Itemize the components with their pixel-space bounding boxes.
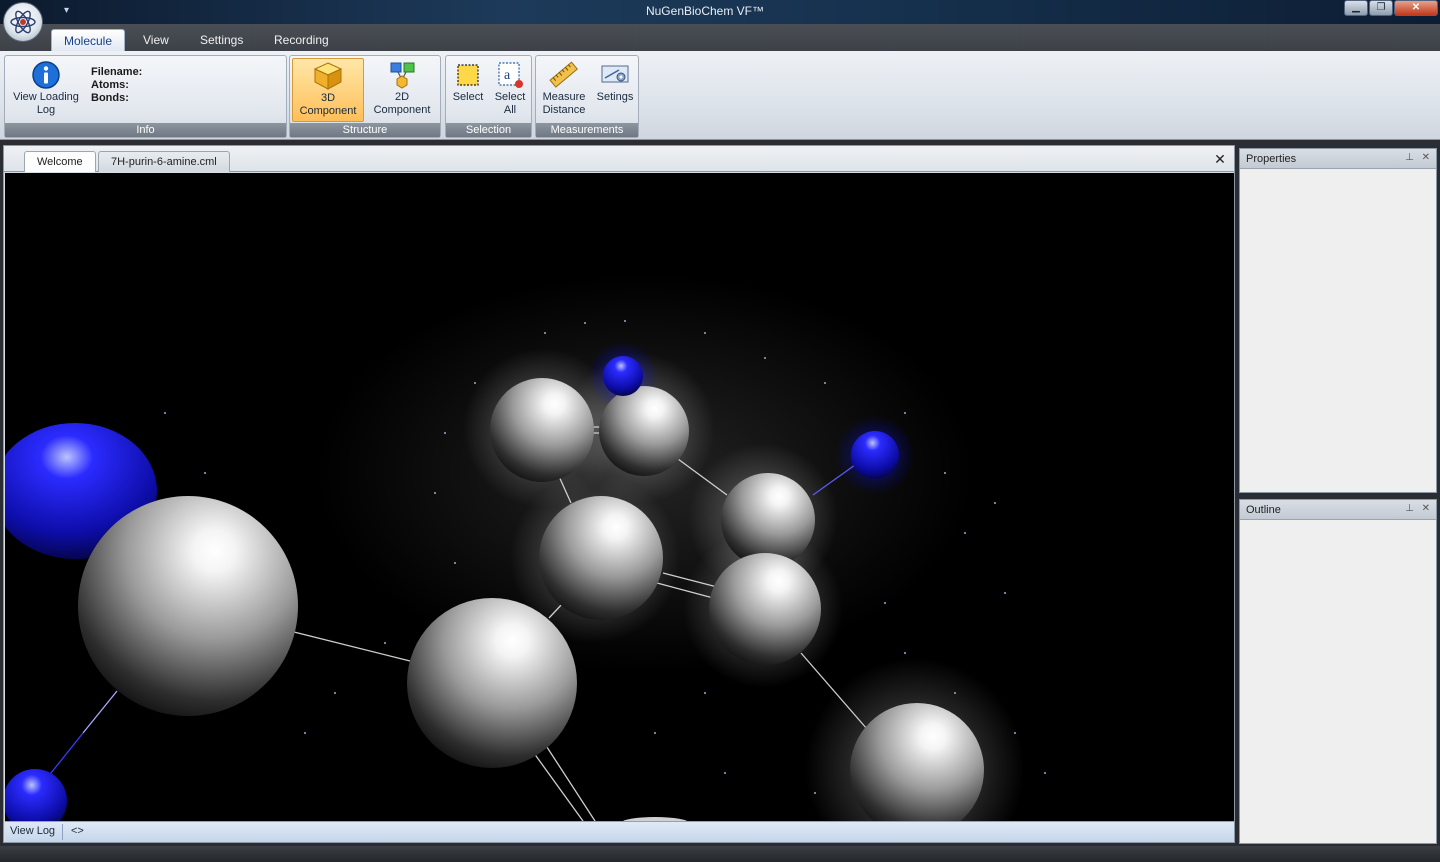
properties-panel-header: Properties ⊥ ✕ <box>1240 149 1436 169</box>
measure-settings-icon <box>601 65 629 83</box>
info-group: View Loading Log Filename: Atoms: Bonds:… <box>4 55 287 138</box>
outline-panel: Outline ⊥ ✕ <box>1239 499 1437 844</box>
close-icon[interactable]: ✕ <box>1422 152 1430 163</box>
atom-icon <box>10 10 36 34</box>
close-icon[interactable]: ✕ <box>1422 503 1430 514</box>
outline-title: Outline <box>1246 504 1281 516</box>
molecule-render <box>5 273 1046 821</box>
log-expand-toggle[interactable]: <> <box>71 825 84 837</box>
ribbon: View Loading Log Filename: Atoms: Bonds:… <box>0 51 1440 140</box>
application-menu-button[interactable] <box>3 2 43 42</box>
2d-component-button[interactable]: 2D Component <box>366 58 438 122</box>
pin-icon[interactable]: ⊥ <box>1405 503 1414 514</box>
measurement-settings-button[interactable]: Setings <box>592 58 638 122</box>
carbon-atom[interactable] <box>490 378 594 482</box>
document-tab-strip: Welcome 7H-purin-6-amine.cml ✕ <box>4 146 1234 172</box>
measurements-group: Measure Distance Setings Measurements <box>535 55 639 138</box>
select-all-label: Select All <box>494 91 526 116</box>
structure-group-label: Structure <box>290 123 440 137</box>
selection-group: Select a Select All Selection <box>445 55 532 138</box>
hierarchy-2d-icon <box>390 62 415 89</box>
status-strip <box>0 846 1440 862</box>
carbon-atom[interactable] <box>721 473 815 567</box>
carbon-atom[interactable] <box>709 553 821 665</box>
tab-molecule-file[interactable]: 7H-purin-6-amine.cml <box>98 151 230 172</box>
ruler-icon <box>549 61 579 88</box>
carbon-atom[interactable] <box>78 496 298 716</box>
tab-molecule[interactable]: Molecule <box>51 29 126 52</box>
3d-component-button[interactable]: 3D Component <box>292 58 364 122</box>
tab-recording[interactable]: Recording <box>262 29 341 52</box>
cube-3d-icon <box>313 62 343 90</box>
view-log-button[interactable]: View Log <box>10 825 55 837</box>
minimize-button[interactable]: ▁ <box>1344 0 1368 16</box>
select-all-button[interactable]: a Select All <box>490 58 530 122</box>
carbon-atom[interactable] <box>599 386 689 476</box>
tab-view[interactable]: View <box>131 29 181 52</box>
info-icon <box>32 61 60 89</box>
bonds-label: Bonds: <box>91 92 129 104</box>
carbon-atom[interactable] <box>539 496 663 620</box>
window-title: NuGenBioChem VF™ <box>645 4 765 18</box>
atoms-label: Atoms: <box>91 79 129 91</box>
selection-group-label: Selection <box>446 123 531 137</box>
2d-component-label: 2D Component <box>373 91 431 116</box>
molecule-3d-viewport[interactable] <box>5 173 1234 821</box>
document-area: Welcome 7H-purin-6-amine.cml ✕ View Log … <box>3 145 1235 843</box>
view-loading-log-button[interactable]: View Loading Log <box>7 58 85 122</box>
tab-settings[interactable]: Settings <box>188 29 255 52</box>
measure-distance-label: Measure Distance <box>542 91 586 116</box>
select-rectangle-icon <box>457 64 479 86</box>
molecule-info: Filename: Atoms: Bonds: <box>91 66 142 105</box>
outline-panel-header: Outline ⊥ ✕ <box>1240 500 1436 520</box>
select-all-icon: a <box>498 62 523 88</box>
tab-welcome[interactable]: Welcome <box>24 151 96 172</box>
ribbon-tab-strip: Molecule View Settings Recording <box>0 24 1440 52</box>
measurement-settings-label: Setings <box>596 91 634 103</box>
select-button[interactable]: Select <box>448 58 488 122</box>
filename-label: Filename: <box>91 66 143 78</box>
log-bar: View Log <> <box>5 821 1234 842</box>
nitrogen-atom[interactable] <box>603 356 643 396</box>
view-loading-log-label: View Loading Log <box>13 91 79 116</box>
nitrogen-atom[interactable] <box>5 769 67 821</box>
select-label: Select <box>452 91 484 103</box>
3d-component-label: 3D Component <box>299 92 357 117</box>
pin-icon[interactable]: ⊥ <box>1405 152 1414 163</box>
close-window-button[interactable]: ✕ <box>1394 0 1438 16</box>
info-group-label: Info <box>5 123 286 137</box>
measure-distance-button[interactable]: Measure Distance <box>538 58 590 122</box>
title-bar: ▾ NuGenBioChem VF™ ▁ ❐ ✕ <box>0 0 1440 24</box>
log-bar-divider <box>62 824 63 840</box>
properties-title: Properties <box>1246 153 1297 165</box>
nitrogen-atom[interactable] <box>851 431 899 479</box>
close-document-icon[interactable]: ✕ <box>1212 151 1228 167</box>
window-controls: ▁ ❐ ✕ <box>1343 0 1438 16</box>
structure-group: 3D Component 2D Component Structure <box>289 55 441 138</box>
restore-button[interactable]: ❐ <box>1369 0 1393 16</box>
carbon-atom[interactable] <box>407 598 577 768</box>
svg-text:a: a <box>504 68 511 83</box>
properties-panel: Properties ⊥ ✕ <box>1239 148 1437 493</box>
measurements-group-label: Measurements <box>536 123 638 137</box>
